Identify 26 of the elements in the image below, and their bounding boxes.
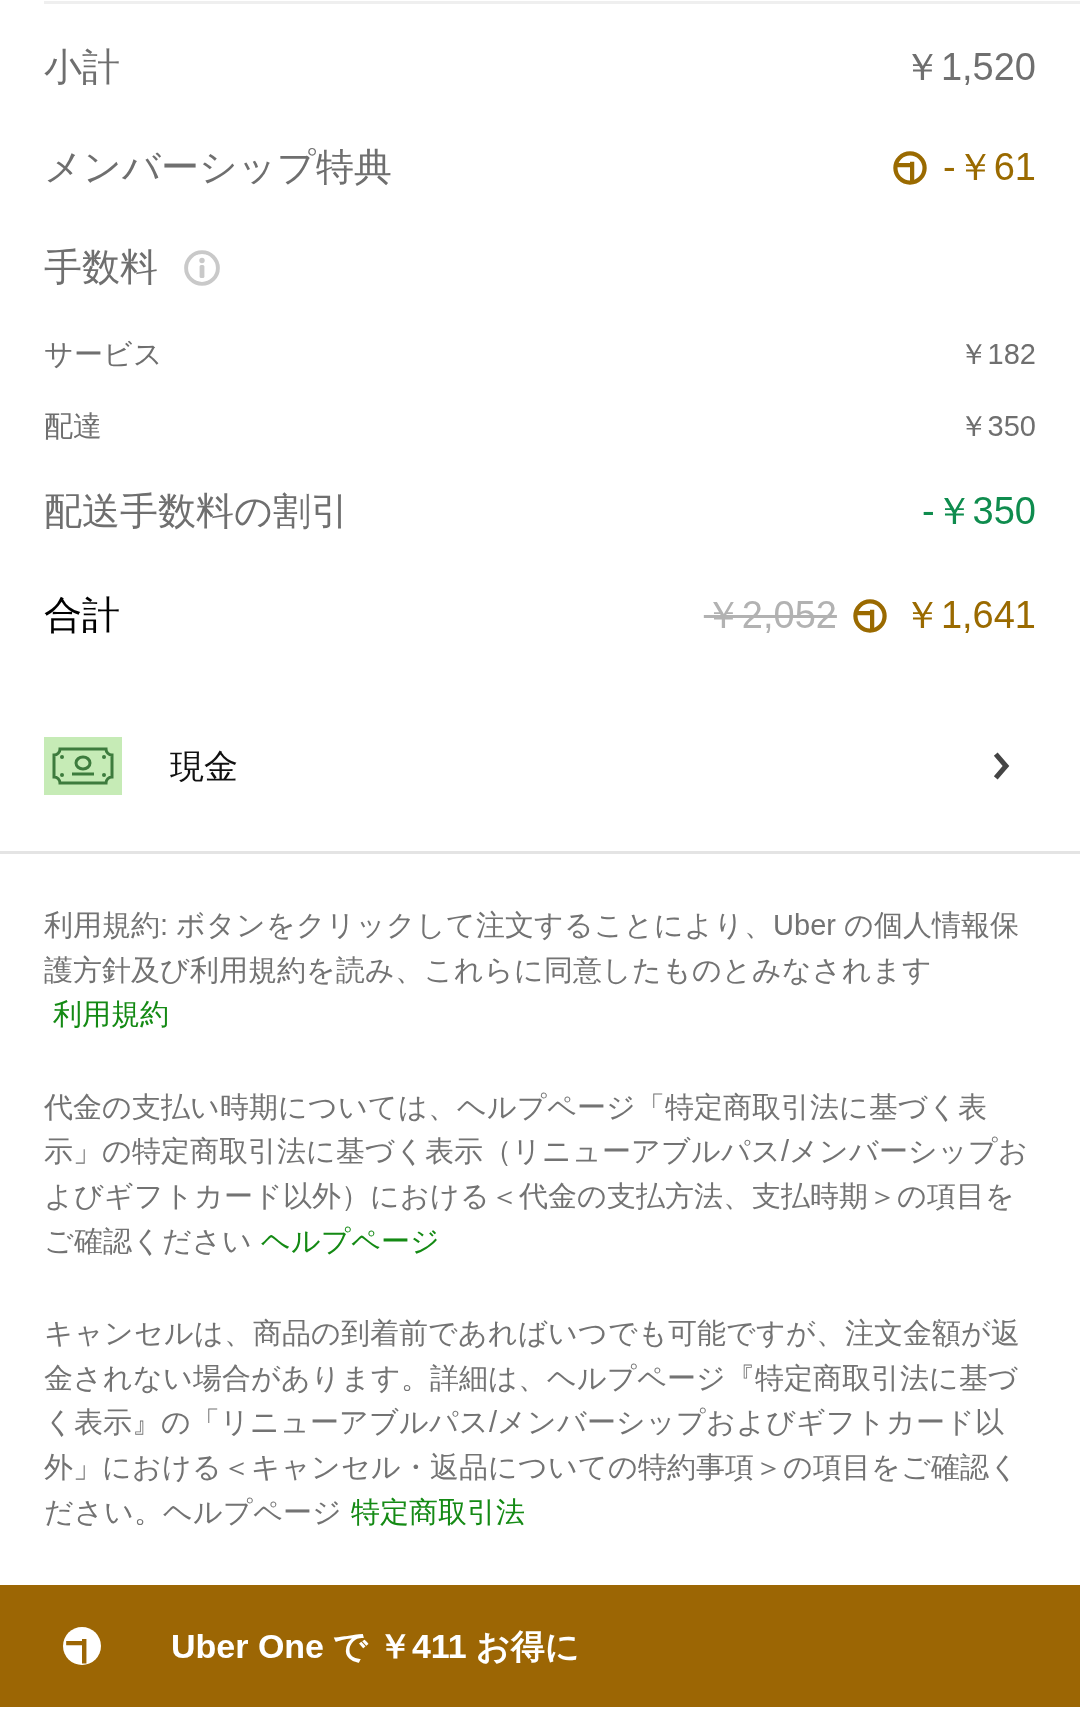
help-link[interactable]: 利用規約 bbox=[52, 998, 169, 1031]
line-amount: ￥350 bbox=[958, 408, 1036, 444]
line-amount: ￥1,520 bbox=[902, 45, 1036, 91]
terms-notice: キャンセルは、商品の到着前であればいつでも可能ですが、注文金額が返金されない場合があります。詳細は、ヘルプページ『特定商取引法に基づく表示』の「リニューアブルパス/メンバーシップおよびギフトカード以外」における＜キャンセル・返品についての特約事項＞の項目をご確認ください。ヘルプページ 特定商取引法 bbox=[44, 1316, 1021, 1530]
total-label: 合計 bbox=[44, 593, 120, 639]
membership-savings-banner[interactable]: Uber One で ￥411 お得に bbox=[0, 1585, 1080, 1708]
total-amount: ￥1,641 bbox=[902, 593, 1036, 639]
original-price: ￥2,052 bbox=[703, 593, 837, 639]
section-heading: 手数料 bbox=[44, 245, 158, 291]
chevron-right-icon bbox=[992, 751, 1010, 781]
line-amount: ￥182 bbox=[958, 336, 1036, 372]
terms-notice: 利用規約: ボタンをクリックして注文することにより、Uber の個人情報保護方針及び利用規約を読み、これらに同意したものとみなされます 利用規約 bbox=[44, 908, 1021, 1033]
help-link[interactable]: 特定商取引法 bbox=[350, 1495, 525, 1528]
payment-method-button[interactable]: 現金 bbox=[0, 711, 1080, 821]
line-amount: -￥350 bbox=[921, 489, 1036, 535]
banknote-icon bbox=[44, 737, 122, 795]
line-label: サービス bbox=[44, 336, 163, 372]
line-label: 配達 bbox=[44, 408, 102, 444]
line-amount: -￥61 bbox=[943, 145, 1036, 191]
terms-notice: 代金の支払い時期については、ヘルプページ「特定商取引法に基づく表示」の特定商取引法に基づく表示（リニューアブルパス/メンバーシップおよびギフトカード以外）における＜代金の支払方法、支払時期＞の項目をご確認ください ヘルプページ bbox=[44, 1089, 1030, 1259]
help-link[interactable]: ヘルプページ bbox=[260, 1224, 440, 1257]
circle-logo-icon bbox=[63, 1627, 101, 1666]
line-label: 配送手数料の割引 bbox=[44, 489, 349, 535]
info-icon[interactable] bbox=[184, 250, 220, 286]
line-label: メンバーシップ特典 bbox=[44, 145, 392, 191]
line-label: 小計 bbox=[44, 45, 120, 91]
